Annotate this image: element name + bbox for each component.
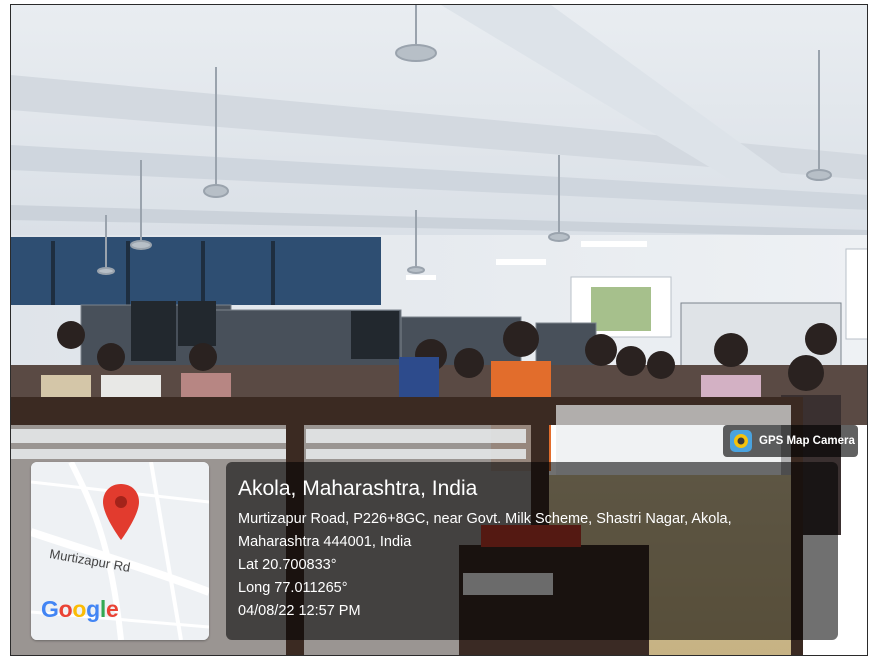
address-line-1: Murtizapur Road, P226+8GC, near Govt. Mi… (238, 511, 732, 527)
location-info-panel: Akola, Maharashtra, India Murtizapur Roa… (226, 462, 838, 640)
place-title: Akola, Maharashtra, India (238, 477, 478, 500)
timestamp-text: 04/08/22 12:57 PM (238, 603, 361, 619)
google-logo-letter: G (41, 596, 59, 622)
longitude-text: Long 77.011265° (238, 580, 348, 596)
map-thumbnail[interactable]: Murtizapur Rd Google (31, 462, 209, 640)
gps-camera-icon (730, 430, 752, 452)
photo-frame: GPS Map Camera Murtizapur Rd Google Akol… (0, 0, 872, 656)
address-line-2: Maharashtra 444001, India (238, 534, 412, 550)
gps-map-camera-badge: GPS Map Camera (723, 425, 858, 457)
google-logo-letter: o (58, 596, 73, 622)
google-logo-letter: o (72, 596, 87, 622)
google-logo-letter: g (86, 596, 100, 622)
google-logo-letter: e (105, 596, 119, 622)
map-pin-icon (103, 484, 139, 540)
badge-label: GPS Map Camera (759, 435, 855, 447)
latitude-text: Lat 20.700833° (238, 557, 337, 573)
google-logo: Google (41, 596, 119, 623)
